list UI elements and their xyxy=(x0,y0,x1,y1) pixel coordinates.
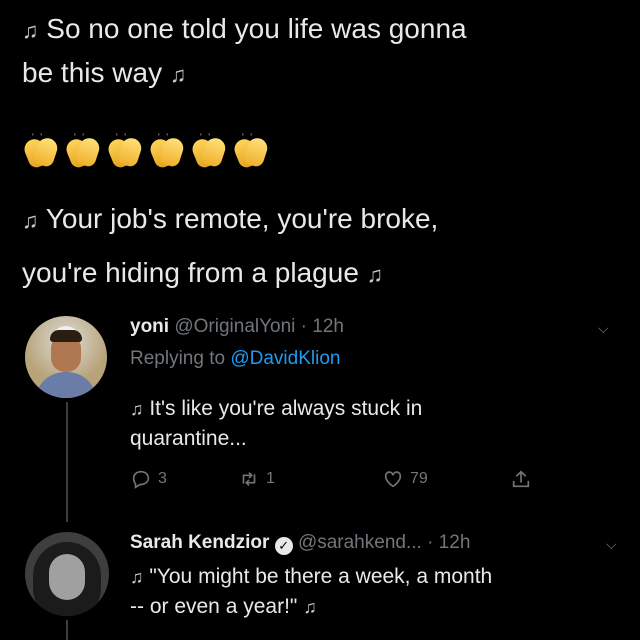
timestamp[interactable]: · 12h xyxy=(301,316,344,337)
reply2-header: Sarah Kendzior ✓ @sarahkend... · 12h xyxy=(130,532,470,555)
chevron-down-icon[interactable]: ⌵ xyxy=(598,320,609,337)
replying-to: Replying to @DavidKlion xyxy=(130,348,340,370)
clap-icon: ' ' xyxy=(21,132,60,170)
author-handle[interactable]: @sarahkend... xyxy=(298,532,422,553)
tweet-line-4: you're hiding from a plague ♫ xyxy=(22,254,622,294)
tweet-text: you're hiding from a plague xyxy=(22,257,359,288)
heart-icon xyxy=(384,471,402,488)
verified-badge-icon: ✓ xyxy=(274,537,293,555)
clap-icon: ' ' xyxy=(63,132,102,170)
like-count: 79 xyxy=(410,470,428,487)
reply2-body: ♫ "You might be there a week, a month --… xyxy=(130,562,492,622)
clap-icon: ' ' xyxy=(189,132,228,170)
replying-label: Replying to xyxy=(130,348,226,369)
clap-icon: ' ' xyxy=(231,132,270,170)
reply-icon xyxy=(132,470,150,489)
reply1-header: yoni @OriginalYoni · 12h xyxy=(130,316,344,338)
chevron-down-icon[interactable]: ⌵ xyxy=(606,536,617,553)
reply-text: -- or even a year!" xyxy=(130,595,298,618)
music-note-icon: ♫ xyxy=(22,18,39,43)
retweet-count: 1 xyxy=(266,470,275,487)
thread-connector xyxy=(66,620,68,640)
reply-text: quarantine... xyxy=(130,427,247,450)
music-note-icon: ♫ xyxy=(366,262,384,287)
music-note-icon: ♫ xyxy=(303,597,317,617)
reply1-body: ♫ It's like you're always stuck in quara… xyxy=(130,394,422,454)
reply-text: "You might be there a week, a month xyxy=(149,565,493,588)
tweet-line-3: ♫ Your job's remote, you're broke, xyxy=(22,200,622,240)
main-tweet: ♫ So no one told you life was gonna be t… xyxy=(22,10,622,94)
mention-link[interactable]: @DavidKlion xyxy=(230,348,340,369)
music-note-icon: ♫ xyxy=(130,399,144,419)
main-tweet-part-2: ♫ Your job's remote, you're broke, you'r… xyxy=(22,200,622,294)
music-note-icon: ♫ xyxy=(22,208,39,233)
author-name[interactable]: Sarah Kendzior xyxy=(130,532,269,553)
reply1-actions: 3 1 79 xyxy=(130,468,550,498)
avatar-sarah-kendzior[interactable] xyxy=(25,532,109,616)
tweet-line-2: be this way ♫ xyxy=(22,54,622,94)
share-icon xyxy=(512,470,530,488)
retweet-button[interactable]: 1 xyxy=(238,468,275,490)
music-note-icon: ♫ xyxy=(130,567,144,587)
reply-count: 3 xyxy=(158,470,167,487)
tweet-text: be this way xyxy=(22,57,163,88)
share-button[interactable] xyxy=(510,468,532,490)
reply-button[interactable]: 3 xyxy=(130,468,167,490)
clap-emoji-row: ' ' ' ' ' ' ' ' ' ' ' ' xyxy=(21,132,270,170)
retweet-icon xyxy=(242,471,256,487)
tweet-line-1: ♫ So no one told you life was gonna xyxy=(22,10,622,50)
clap-icon: ' ' xyxy=(105,132,144,170)
thread-connector xyxy=(66,402,68,522)
like-button[interactable]: 79 xyxy=(382,468,428,490)
reply-text: It's like you're always stuck in xyxy=(149,397,423,420)
author-name[interactable]: yoni xyxy=(130,316,169,337)
tweet-text: So no one told you life was gonna xyxy=(46,13,467,44)
avatar-yoni[interactable] xyxy=(25,316,107,398)
author-handle[interactable]: @OriginalYoni xyxy=(174,316,295,337)
music-note-icon: ♫ xyxy=(169,62,187,87)
timestamp[interactable]: · 12h xyxy=(427,532,470,553)
tweet-text: Your job's remote, you're broke, xyxy=(45,203,439,234)
clap-icon: ' ' xyxy=(147,132,186,170)
